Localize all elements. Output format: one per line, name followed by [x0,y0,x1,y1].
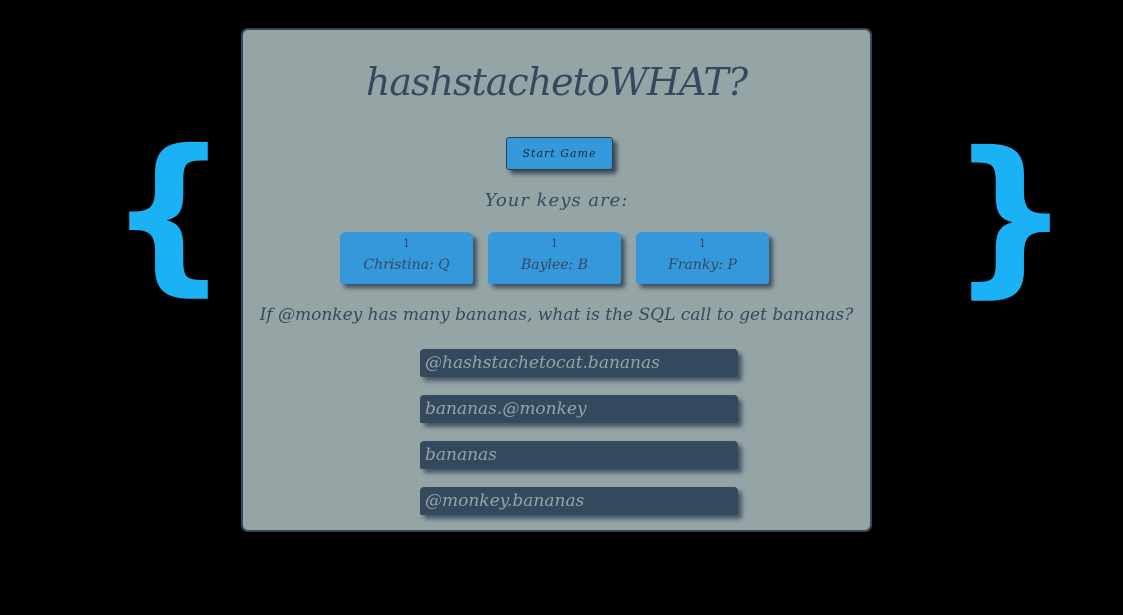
keys-heading: Your keys are: [484,190,629,211]
key-card-christina: 1 Christina: Q [340,232,473,284]
key-card-franky: 1 Franky: P [636,232,769,284]
start-game-button[interactable]: Start Game [506,137,613,170]
game-panel: hashstachetoWHAT? Start Game Your keys a… [241,28,872,532]
left-brace-icon: { [108,114,230,312]
key-card-baylee: 1 Baylee: B [488,232,621,284]
key-player: Franky: P [668,257,737,273]
right-brace-icon: } [950,116,1072,314]
question-text: If @monkey has many bananas, what is the… [259,305,854,325]
answer-option-2[interactable]: bananas.@monkey [420,395,738,423]
answer-option-4[interactable]: @monkey.bananas [420,487,738,515]
game-title: hashstachetoWHAT? [365,60,748,104]
answer-option-3[interactable]: bananas [420,441,738,469]
key-count: 1 [699,237,706,250]
key-player: Baylee: B [520,257,589,273]
key-count: 1 [551,237,558,250]
answer-option-1[interactable]: @hashstachetocat.bananas [420,349,738,377]
key-player: Christina: Q [363,257,450,273]
key-count: 1 [403,237,410,250]
